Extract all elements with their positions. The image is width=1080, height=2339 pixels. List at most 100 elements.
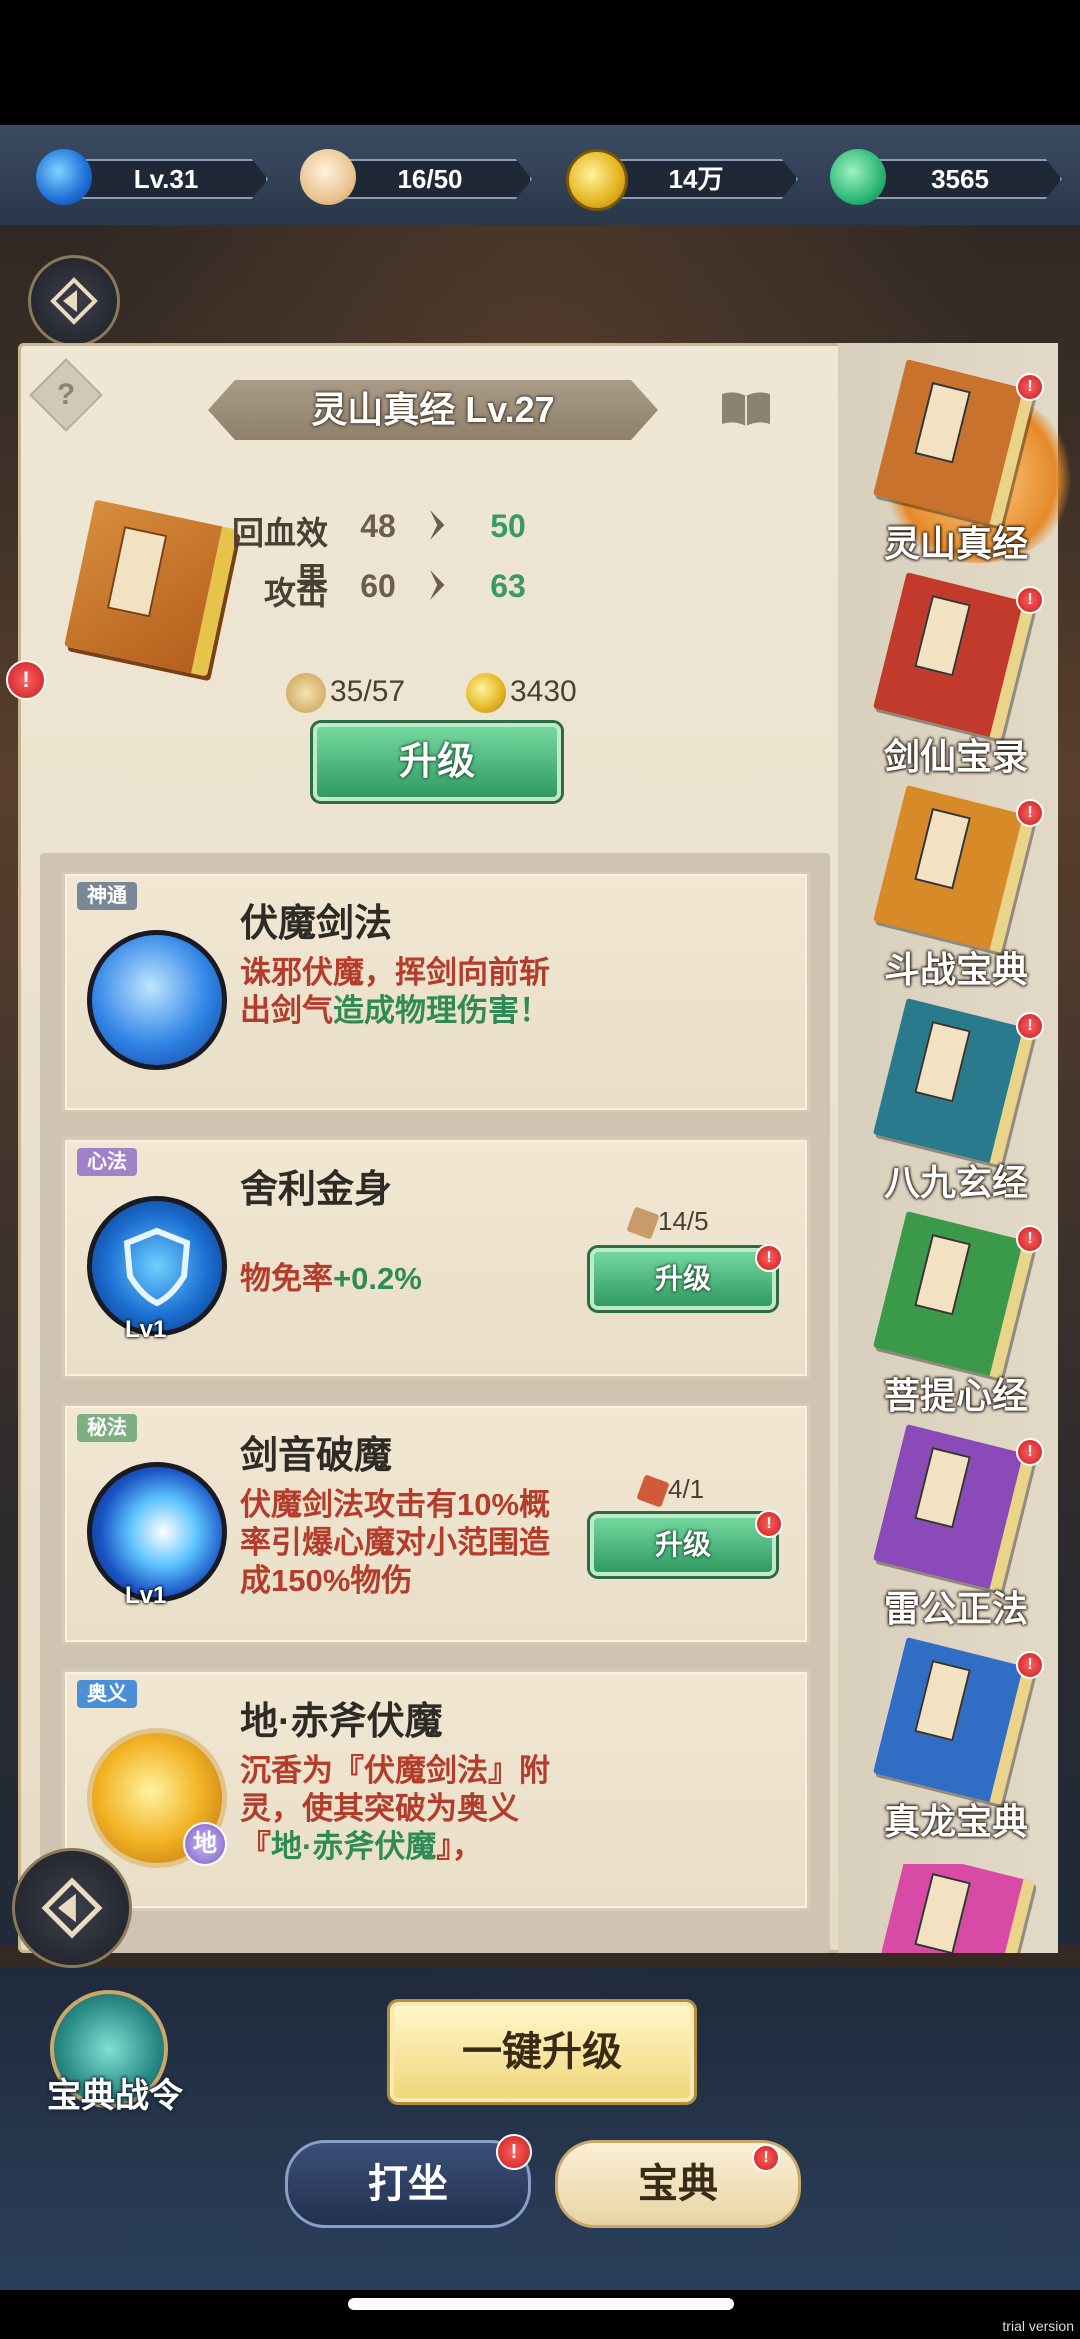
- red-dot-badge: !: [496, 2134, 532, 2170]
- sidebar-item-label: 菩提心经: [883, 1375, 1028, 1416]
- jade-resource[interactable]: 3565: [830, 149, 1062, 205]
- skill-card[interactable]: 奥义 地 地·赤斧伏魔 沉香为『伏魔剑法』附灵，使其突破为奥义『地·赤斧伏魔』，: [62, 1669, 810, 1911]
- sidebar-item-lingshan[interactable]: ! 灵山真经: [866, 359, 1076, 573]
- watermark-text: trial version: [1002, 2318, 1074, 2334]
- red-dot-badge: !: [1016, 586, 1044, 614]
- back-arrow-icon: [50, 277, 98, 325]
- battle-pass-label[interactable]: 宝典战令: [40, 2068, 190, 2117]
- sidebar-item-label: 灵山真经: [883, 523, 1028, 564]
- bun-stamina-icon: [300, 149, 356, 205]
- sidebar-item-label: 八九玄经: [883, 1162, 1028, 1203]
- sidebar-item-label: 雷公正法: [883, 1588, 1028, 1629]
- skill-description: 伏魔剑法攻击有10%概率引爆心魔对小范围造成150%物伤: [240, 1487, 551, 1598]
- skill-desc-highlight: +0.2%: [333, 1261, 422, 1296]
- side-notification-badge[interactable]: !: [6, 660, 46, 700]
- coin-resource[interactable]: 14万: [566, 149, 798, 211]
- scroll-fragment-icon: [626, 1206, 660, 1240]
- red-dot-badge: !: [1016, 373, 1044, 401]
- fragment-cost-value: 35/57: [330, 674, 406, 708]
- coin-cost-value: 3430: [510, 674, 577, 708]
- stamina-resource[interactable]: 16/50: [300, 149, 532, 205]
- fragment-count: 14/5: [626, 1206, 709, 1240]
- red-dot-badge: !: [752, 2144, 780, 2172]
- coin-cost: 3430: [466, 673, 577, 713]
- open-book-icon[interactable]: [718, 388, 774, 430]
- sidebar-item-jianxian[interactable]: ! 剑仙宝录: [866, 572, 1044, 786]
- question-icon: ?: [56, 378, 76, 411]
- shield-icon: [123, 1227, 191, 1307]
- one-key-upgrade-button[interactable]: 一键升级: [390, 2002, 694, 2102]
- bajiu-book-icon: [873, 998, 1035, 1166]
- jade-gem-icon: [830, 149, 886, 205]
- arrow-right-icon: [430, 570, 445, 600]
- skill-card[interactable]: 秘法 Lv1 剑音破魔 伏魔剑法攻击有10%概率引爆心魔对小范围造成150%物伤…: [62, 1403, 810, 1645]
- sidebar-item-partial[interactable]: [866, 1864, 1036, 1953]
- skill-desc-text: 』，: [436, 1829, 483, 1864]
- skill-upgrade-button[interactable]: 升级: [590, 1514, 776, 1576]
- skill-type-tag: 神通: [77, 882, 137, 910]
- lv-dragon-icon: [36, 149, 92, 205]
- skill-desc-tail: 害！: [488, 993, 550, 1028]
- skills-list: 神通 伏魔剑法 诛邪伏魔，挥剑向前斩出剑气造成物理伤害！ 心法 Lv1 舍利金身…: [40, 853, 830, 1953]
- skill-type-tag: 心法: [77, 1148, 137, 1176]
- back-arrow-icon: [41, 1877, 103, 1939]
- manual-cover-label: [106, 526, 168, 618]
- skill-desc-text: 物免率: [240, 1261, 333, 1296]
- fragment-count-value: 14/5: [658, 1206, 709, 1236]
- skill-desc-highlight: 地·赤斧伏魔: [271, 1829, 437, 1864]
- fragment-cost: 35/57: [286, 673, 405, 713]
- sidebar-item-leigong[interactable]: ! 雷公正法: [866, 1424, 1044, 1638]
- skill-upgrade-button[interactable]: 升级: [590, 1248, 776, 1310]
- skill-level: Lv1: [125, 1582, 167, 1609]
- home-indicator[interactable]: [348, 2298, 734, 2310]
- help-button[interactable]: ?: [29, 358, 103, 432]
- zhenlong-book-icon: [873, 1637, 1035, 1805]
- stat-next: 63: [490, 568, 526, 604]
- skill-description: 沉香为『伏魔剑法』附灵，使其突破为奥义『地·赤斧伏魔』，: [240, 1752, 560, 1866]
- main-panel: ? 灵山真经 Lv.27 回血效果 48 50 攻击 60 63 35/57 3…: [18, 343, 1076, 1953]
- skill-card[interactable]: 心法 Lv1 舍利金身 物免率+0.2% 14/5 升级 !: [62, 1137, 810, 1379]
- sound-burst-skill-icon: [87, 1462, 227, 1602]
- skill-type-tag: 奥义: [77, 1680, 137, 1708]
- pink-book-icon: [873, 1864, 1035, 1953]
- leigong-book-icon: [873, 1424, 1035, 1592]
- stat-current: 60: [360, 568, 396, 604]
- earth-badge: 地: [183, 1822, 227, 1866]
- shield-skill-icon: [87, 1196, 227, 1336]
- red-dot-badge: !: [755, 1244, 783, 1272]
- sidebar-item-zhenlong[interactable]: ! 真龙宝典: [866, 1637, 1044, 1851]
- skill-name: 剑音破魔: [240, 1435, 393, 1477]
- back-button[interactable]: [28, 255, 120, 347]
- puti-book-icon: [873, 1211, 1035, 1379]
- level-resource[interactable]: Lv.31: [36, 149, 268, 205]
- copper-coin-icon: [466, 673, 506, 713]
- sword-wave-skill-icon: [87, 930, 227, 1070]
- red-dot-badge: !: [1016, 1651, 1044, 1679]
- stat-current: 48: [360, 508, 396, 544]
- skill-name: 伏魔剑法: [240, 903, 393, 945]
- red-dot-badge: !: [1016, 799, 1044, 827]
- sidebar-item-bajiu[interactable]: ! 八九玄经: [866, 998, 1044, 1212]
- level-value: Lv.31: [64, 159, 268, 199]
- fragment-count: 4/1: [636, 1474, 705, 1508]
- tab-meditate[interactable]: 打坐: [285, 2140, 531, 2228]
- manual-fragment-icon: [286, 673, 326, 713]
- stat-name: 攻击: [263, 575, 328, 611]
- fragment-count-value: 4/1: [668, 1474, 705, 1504]
- arrow-right-icon: [430, 510, 445, 540]
- sidebar-item-puti[interactable]: ! 菩提心经: [866, 1211, 1044, 1425]
- stamina-value: 16/50: [328, 159, 532, 199]
- sidebar-item-douzhan[interactable]: ! 斗战宝典: [866, 785, 1044, 999]
- upgrade-button[interactable]: 升级: [313, 723, 561, 801]
- skill-name: 地·赤斧伏魔: [240, 1701, 443, 1743]
- red-dot-badge: !: [755, 1510, 783, 1538]
- sidebar-item-label: 剑仙宝录: [883, 736, 1028, 777]
- skill-type-tag: 秘法: [77, 1414, 137, 1442]
- sidebar-item-label: 真龙宝典: [883, 1801, 1028, 1842]
- skill-name: 舍利金身: [240, 1169, 393, 1211]
- red-dot-badge: !: [1016, 1438, 1044, 1466]
- jianxian-book-icon: [873, 572, 1035, 740]
- skill-card[interactable]: 神通 伏魔剑法 诛邪伏魔，挥剑向前斩出剑气造成物理伤害！: [62, 871, 810, 1113]
- home-button[interactable]: [12, 1848, 132, 1968]
- resource-bar: Lv.31 16/50 14万 3565: [0, 125, 1080, 225]
